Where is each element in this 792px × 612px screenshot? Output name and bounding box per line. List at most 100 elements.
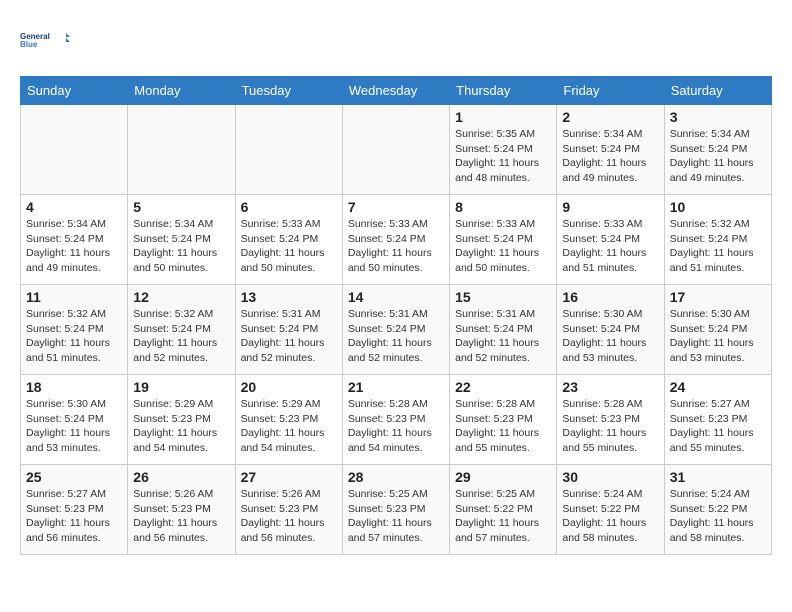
day-header-wednesday: Wednesday xyxy=(342,77,449,105)
day-detail: Sunrise: 5:26 AM Sunset: 5:23 PM Dayligh… xyxy=(241,487,337,546)
day-detail: Sunrise: 5:29 AM Sunset: 5:23 PM Dayligh… xyxy=(133,397,229,456)
day-number: 17 xyxy=(670,289,766,305)
day-header-tuesday: Tuesday xyxy=(235,77,342,105)
day-number: 19 xyxy=(133,379,229,395)
day-detail: Sunrise: 5:33 AM Sunset: 5:24 PM Dayligh… xyxy=(348,217,444,276)
day-detail: Sunrise: 5:25 AM Sunset: 5:23 PM Dayligh… xyxy=(348,487,444,546)
day-detail: Sunrise: 5:27 AM Sunset: 5:23 PM Dayligh… xyxy=(26,487,122,546)
calendar-cell: 31 Sunrise: 5:24 AM Sunset: 5:22 PM Dayli… xyxy=(664,465,771,555)
day-number: 31 xyxy=(670,469,766,485)
day-detail: Sunrise: 5:32 AM Sunset: 5:24 PM Dayligh… xyxy=(133,307,229,366)
day-number: 3 xyxy=(670,109,766,125)
day-header-sunday: Sunday xyxy=(21,77,128,105)
day-number: 14 xyxy=(348,289,444,305)
day-number: 26 xyxy=(133,469,229,485)
day-number: 29 xyxy=(455,469,551,485)
day-detail: Sunrise: 5:33 AM Sunset: 5:24 PM Dayligh… xyxy=(241,217,337,276)
day-detail: Sunrise: 5:24 AM Sunset: 5:22 PM Dayligh… xyxy=(670,487,766,546)
calendar-cell: 8 Sunrise: 5:33 AM Sunset: 5:24 PM Daylig… xyxy=(450,195,557,285)
day-detail: Sunrise: 5:33 AM Sunset: 5:24 PM Dayligh… xyxy=(562,217,658,276)
day-detail: Sunrise: 5:32 AM Sunset: 5:24 PM Dayligh… xyxy=(670,217,766,276)
day-detail: Sunrise: 5:34 AM Sunset: 5:24 PM Dayligh… xyxy=(133,217,229,276)
day-number: 6 xyxy=(241,199,337,215)
calendar-cell: 11 Sunrise: 5:32 AM Sunset: 5:24 PM Dayli… xyxy=(21,285,128,375)
day-header-friday: Friday xyxy=(557,77,664,105)
day-detail: Sunrise: 5:34 AM Sunset: 5:24 PM Dayligh… xyxy=(562,127,658,186)
calendar-week-row: 11 Sunrise: 5:32 AM Sunset: 5:24 PM Dayli… xyxy=(21,285,772,375)
day-detail: Sunrise: 5:30 AM Sunset: 5:24 PM Dayligh… xyxy=(670,307,766,366)
page-header: General Blue xyxy=(20,20,772,60)
calendar-cell: 29 Sunrise: 5:25 AM Sunset: 5:22 PM Dayli… xyxy=(450,465,557,555)
calendar-cell: 4 Sunrise: 5:34 AM Sunset: 5:24 PM Daylig… xyxy=(21,195,128,285)
calendar-cell: 5Sunrise: 5:34 AM Sunset: 5:24 PM Daylig… xyxy=(128,195,235,285)
calendar-cell: 27 Sunrise: 5:26 AM Sunset: 5:23 PM Dayli… xyxy=(235,465,342,555)
day-detail: Sunrise: 5:25 AM Sunset: 5:22 PM Dayligh… xyxy=(455,487,551,546)
day-detail: Sunrise: 5:32 AM Sunset: 5:24 PM Dayligh… xyxy=(26,307,122,366)
calendar-cell: 25 Sunrise: 5:27 AM Sunset: 5:23 PM Dayli… xyxy=(21,465,128,555)
calendar-cell: 18Sunrise: 5:30 AM Sunset: 5:24 PM Dayli… xyxy=(21,375,128,465)
day-detail: Sunrise: 5:31 AM Sunset: 5:24 PM Dayligh… xyxy=(241,307,337,366)
day-number: 2 xyxy=(562,109,658,125)
day-number: 4 xyxy=(26,199,122,215)
calendar-cell xyxy=(342,105,449,195)
day-header-saturday: Saturday xyxy=(664,77,771,105)
calendar-cell: 12 Sunrise: 5:32 AM Sunset: 5:24 PM Dayli… xyxy=(128,285,235,375)
day-number: 7 xyxy=(348,199,444,215)
svg-text:Blue: Blue xyxy=(20,40,38,49)
day-detail: Sunrise: 5:29 AM Sunset: 5:23 PM Dayligh… xyxy=(241,397,337,456)
calendar-cell: 17 Sunrise: 5:30 AM Sunset: 5:24 PM Dayli… xyxy=(664,285,771,375)
day-detail: Sunrise: 5:34 AM Sunset: 5:24 PM Dayligh… xyxy=(670,127,766,186)
calendar-cell: 22Sunrise: 5:28 AM Sunset: 5:23 PM Dayli… xyxy=(450,375,557,465)
calendar-cell: 13 Sunrise: 5:31 AM Sunset: 5:24 PM Dayli… xyxy=(235,285,342,375)
day-number: 18 xyxy=(26,379,122,395)
day-number: 8 xyxy=(455,199,551,215)
day-number: 12 xyxy=(133,289,229,305)
day-header-thursday: Thursday xyxy=(450,77,557,105)
day-number: 30 xyxy=(562,469,658,485)
day-number: 13 xyxy=(241,289,337,305)
day-header-monday: Monday xyxy=(128,77,235,105)
calendar-cell: 14 Sunrise: 5:31 AM Sunset: 5:24 PM Dayli… xyxy=(342,285,449,375)
day-detail: Sunrise: 5:31 AM Sunset: 5:24 PM Dayligh… xyxy=(455,307,551,366)
calendar-cell: 3 Sunrise: 5:34 AM Sunset: 5:24 PM Daylig… xyxy=(664,105,771,195)
day-number: 9 xyxy=(562,199,658,215)
day-detail: Sunrise: 5:30 AM Sunset: 5:24 PM Dayligh… xyxy=(562,307,658,366)
calendar-cell: 6 Sunrise: 5:33 AM Sunset: 5:24 PM Daylig… xyxy=(235,195,342,285)
calendar-cell xyxy=(21,105,128,195)
logo: General Blue xyxy=(20,20,70,60)
calendar-cell: 21 Sunrise: 5:28 AM Sunset: 5:23 PM Dayli… xyxy=(342,375,449,465)
logo-svg: General Blue xyxy=(20,20,70,60)
calendar-cell: 7 Sunrise: 5:33 AM Sunset: 5:24 PM Daylig… xyxy=(342,195,449,285)
day-number: 28 xyxy=(348,469,444,485)
day-number: 16 xyxy=(562,289,658,305)
calendar-table: SundayMondayTuesdayWednesdayThursdayFrid… xyxy=(20,76,772,555)
calendar-cell: 19 Sunrise: 5:29 AM Sunset: 5:23 PM Dayli… xyxy=(128,375,235,465)
calendar-cell: 2 Sunrise: 5:34 AM Sunset: 5:24 PM Daylig… xyxy=(557,105,664,195)
day-detail: Sunrise: 5:35 AM Sunset: 5:24 PM Dayligh… xyxy=(455,127,551,186)
calendar-cell xyxy=(235,105,342,195)
day-detail: Sunrise: 5:31 AM Sunset: 5:24 PM Dayligh… xyxy=(348,307,444,366)
calendar-cell xyxy=(128,105,235,195)
day-number: 27 xyxy=(241,469,337,485)
calendar-week-row: 18Sunrise: 5:30 AM Sunset: 5:24 PM Dayli… xyxy=(21,375,772,465)
calendar-cell: 10 Sunrise: 5:32 AM Sunset: 5:24 PM Dayli… xyxy=(664,195,771,285)
calendar-cell: 26Sunrise: 5:26 AM Sunset: 5:23 PM Dayli… xyxy=(128,465,235,555)
calendar-header-row: SundayMondayTuesdayWednesdayThursdayFrid… xyxy=(21,77,772,105)
day-number: 24 xyxy=(670,379,766,395)
day-detail: Sunrise: 5:34 AM Sunset: 5:24 PM Dayligh… xyxy=(26,217,122,276)
day-number: 21 xyxy=(348,379,444,395)
day-number: 20 xyxy=(241,379,337,395)
day-number: 23 xyxy=(562,379,658,395)
calendar-week-row: 1 Sunrise: 5:35 AM Sunset: 5:24 PM Daylig… xyxy=(21,105,772,195)
calendar-cell: 15 Sunrise: 5:31 AM Sunset: 5:24 PM Dayli… xyxy=(450,285,557,375)
day-number: 10 xyxy=(670,199,766,215)
day-detail: Sunrise: 5:33 AM Sunset: 5:24 PM Dayligh… xyxy=(455,217,551,276)
day-detail: Sunrise: 5:24 AM Sunset: 5:22 PM Dayligh… xyxy=(562,487,658,546)
day-number: 15 xyxy=(455,289,551,305)
day-number: 1 xyxy=(455,109,551,125)
day-detail: Sunrise: 5:28 AM Sunset: 5:23 PM Dayligh… xyxy=(348,397,444,456)
calendar-cell: 20 Sunrise: 5:29 AM Sunset: 5:23 PM Dayli… xyxy=(235,375,342,465)
day-number: 11 xyxy=(26,289,122,305)
day-number: 25 xyxy=(26,469,122,485)
calendar-cell: 16 Sunrise: 5:30 AM Sunset: 5:24 PM Dayli… xyxy=(557,285,664,375)
